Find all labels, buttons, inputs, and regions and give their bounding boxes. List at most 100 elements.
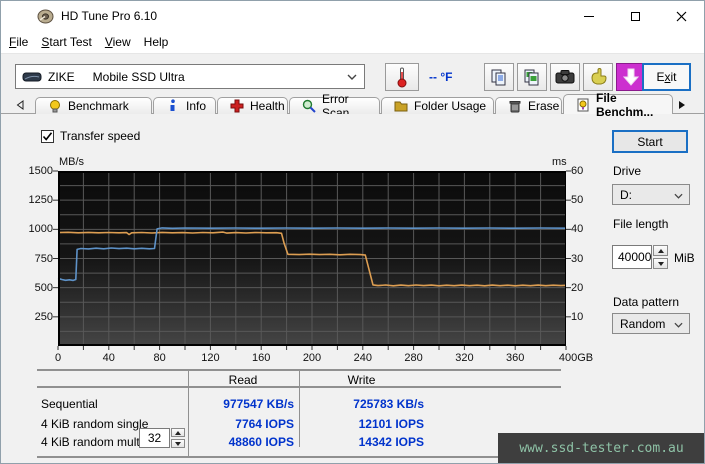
screenshot-button[interactable] bbox=[550, 63, 580, 91]
watermark: www.ssd-tester.com.au bbox=[498, 433, 704, 463]
random-single-read-value: 7764 IOPS bbox=[235, 417, 294, 431]
start-button[interactable]: Start bbox=[612, 130, 688, 153]
drive-select[interactable]: D: bbox=[612, 184, 690, 205]
queue-depth-stepper bbox=[171, 428, 185, 448]
tab-benchmark[interactable]: Benchmark bbox=[35, 97, 152, 114]
table-bottom-rule bbox=[37, 456, 561, 458]
arrow-down-icon bbox=[175, 441, 181, 446]
transfer-speed-label: Transfer speed bbox=[60, 129, 141, 143]
tab-error-scan[interactable]: Error Scan bbox=[289, 92, 380, 120]
table-header-rule bbox=[37, 386, 561, 388]
right-axis-tick: 10 bbox=[571, 310, 584, 323]
x-axis-tick: 360 bbox=[506, 352, 525, 364]
drive-value: D: bbox=[620, 187, 632, 202]
right-axis-tick: 60 bbox=[571, 165, 584, 177]
random-multi-read-value: 48860 IOPS bbox=[228, 435, 294, 449]
file-length-unit: MiB bbox=[674, 251, 695, 265]
sequential-write-value: 725783 KB/s bbox=[353, 397, 424, 411]
copy-image-button[interactable] bbox=[517, 63, 547, 91]
tab-label: Erase bbox=[528, 99, 560, 113]
left-axis-tick: 1250 bbox=[28, 194, 53, 207]
left-axis-tick: 1500 bbox=[28, 165, 53, 177]
file-length-stepper bbox=[653, 245, 668, 269]
device-model: Mobile SSD Ultra bbox=[92, 69, 185, 84]
sequential-read-value: 977547 KB/s bbox=[223, 397, 294, 411]
thermometer-icon bbox=[397, 67, 407, 88]
tab-label: Info bbox=[186, 99, 207, 113]
chevron-down-icon bbox=[674, 193, 683, 199]
right-axis-tick: 30 bbox=[571, 252, 584, 265]
menu-file[interactable]: File bbox=[9, 32, 37, 52]
data-pattern-value: Random bbox=[620, 316, 666, 331]
queue-depth-input[interactable]: 32 bbox=[139, 428, 170, 448]
arrow-down-icon bbox=[657, 261, 664, 266]
copy-text-button[interactable] bbox=[484, 63, 514, 91]
tab-strip: Benchmark Info Health Error Scan Folder … bbox=[1, 91, 704, 120]
random-single-write-value: 12101 IOPS bbox=[358, 417, 424, 431]
left-axis-tick: 500 bbox=[34, 281, 53, 294]
ssd-drive-icon bbox=[22, 72, 42, 81]
window-title: HD Tune Pro 6.10 bbox=[61, 9, 158, 23]
title-bar[interactable]: HD Tune Pro 6.10 bbox=[1, 1, 704, 31]
info-icon bbox=[170, 99, 175, 111]
exit-button[interactable]: Ex it bbox=[642, 63, 691, 91]
right-axis-tick: 40 bbox=[571, 223, 584, 236]
tab-label: Benchmark bbox=[68, 99, 129, 113]
menu-help[interactable]: Help bbox=[144, 32, 178, 52]
file-length-down-button[interactable] bbox=[653, 258, 668, 269]
minimize-button[interactable] bbox=[566, 1, 612, 31]
start-label: Start bbox=[637, 134, 663, 149]
tab-erase[interactable]: Erase bbox=[495, 97, 562, 114]
toolbar: ZIKE Mobile SSD Ultra -- °F E x it bbox=[1, 53, 704, 93]
tab-label: Folder Usage bbox=[414, 99, 487, 113]
random-multi-write-value: 14342 IOPS bbox=[358, 435, 424, 449]
left-axis-title: MB/s bbox=[59, 156, 85, 168]
tab-health[interactable]: Health bbox=[217, 97, 288, 114]
close-button[interactable] bbox=[658, 1, 704, 31]
tab-file-benchmark[interactable]: File Benchm... bbox=[563, 91, 673, 119]
drive-label: Drive bbox=[613, 164, 642, 178]
transfer-speed-chart bbox=[53, 170, 571, 350]
arrow-up-icon bbox=[175, 430, 181, 435]
right-axis-title: ms bbox=[552, 156, 567, 168]
right-axis-tick: 50 bbox=[571, 194, 584, 207]
scroll-left-icon bbox=[16, 100, 24, 110]
check-icon bbox=[42, 132, 53, 141]
watermark-text: www.ssd-tester.com.au bbox=[519, 440, 684, 456]
chevron-down-icon bbox=[674, 322, 683, 328]
queue-depth-down-button[interactable] bbox=[171, 439, 185, 448]
tab-scroll-right-button[interactable] bbox=[673, 98, 691, 112]
file-bulb-icon bbox=[577, 98, 589, 111]
device-select[interactable]: ZIKE Mobile SSD Ultra bbox=[15, 64, 365, 89]
file-length-input[interactable]: 40000 bbox=[612, 245, 652, 269]
file-length-up-button[interactable] bbox=[653, 245, 668, 256]
transfer-speed-checkbox[interactable] bbox=[41, 130, 54, 143]
tab-label: File Benchm... bbox=[596, 90, 654, 119]
file-length-value: 40000 bbox=[618, 250, 652, 264]
close-icon bbox=[676, 11, 686, 21]
copy-pages-icon bbox=[491, 69, 506, 86]
arrow-up-icon bbox=[657, 248, 664, 253]
menu-start-test[interactable]: Start Test bbox=[41, 32, 100, 52]
maximize-button[interactable] bbox=[612, 1, 658, 31]
menu-view[interactable]: View bbox=[105, 32, 140, 52]
tab-folder-usage[interactable]: Folder Usage bbox=[381, 97, 494, 114]
read-column-header: Read bbox=[228, 373, 258, 387]
write-column-header: Write bbox=[347, 373, 376, 387]
data-pattern-select[interactable]: Random bbox=[612, 313, 690, 334]
tab-scroll-left-button[interactable] bbox=[11, 98, 29, 112]
table-vline-1 bbox=[188, 369, 189, 458]
tab-info[interactable]: Info bbox=[153, 97, 216, 114]
queue-depth-value: 32 bbox=[147, 431, 162, 445]
temperature-button[interactable] bbox=[385, 63, 419, 91]
help-hand-button[interactable] bbox=[583, 63, 613, 91]
maximize-icon bbox=[630, 11, 640, 21]
menu-bar: File Start Test View Help bbox=[1, 31, 704, 53]
temperature-readout: -- °F bbox=[429, 70, 453, 84]
bulb-icon bbox=[50, 100, 60, 113]
file-length-label: File length bbox=[613, 217, 669, 231]
health-cross-icon bbox=[230, 99, 244, 113]
copy-image-icon bbox=[524, 69, 539, 86]
minimize-icon bbox=[584, 15, 594, 17]
queue-depth-up-button[interactable] bbox=[171, 428, 185, 437]
